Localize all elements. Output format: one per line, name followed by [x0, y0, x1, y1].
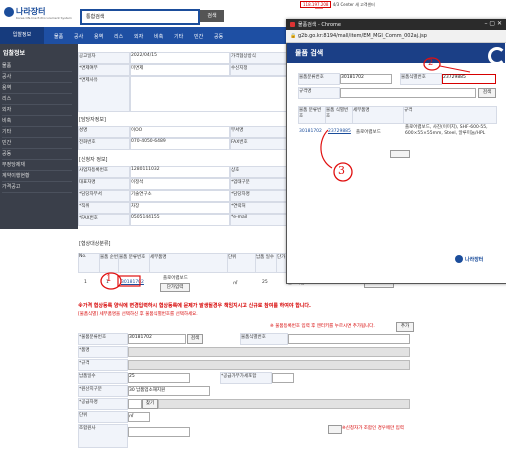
annotation-number-three: 3 [338, 164, 345, 177]
annotation-overlay [100, 7, 471, 290]
annotation-arrow-three [320, 129, 333, 169]
annotation-number-one: 1 [106, 274, 112, 284]
annotation-arrow-two [439, 65, 471, 73]
annotation-number-two: 2 [428, 58, 434, 67]
